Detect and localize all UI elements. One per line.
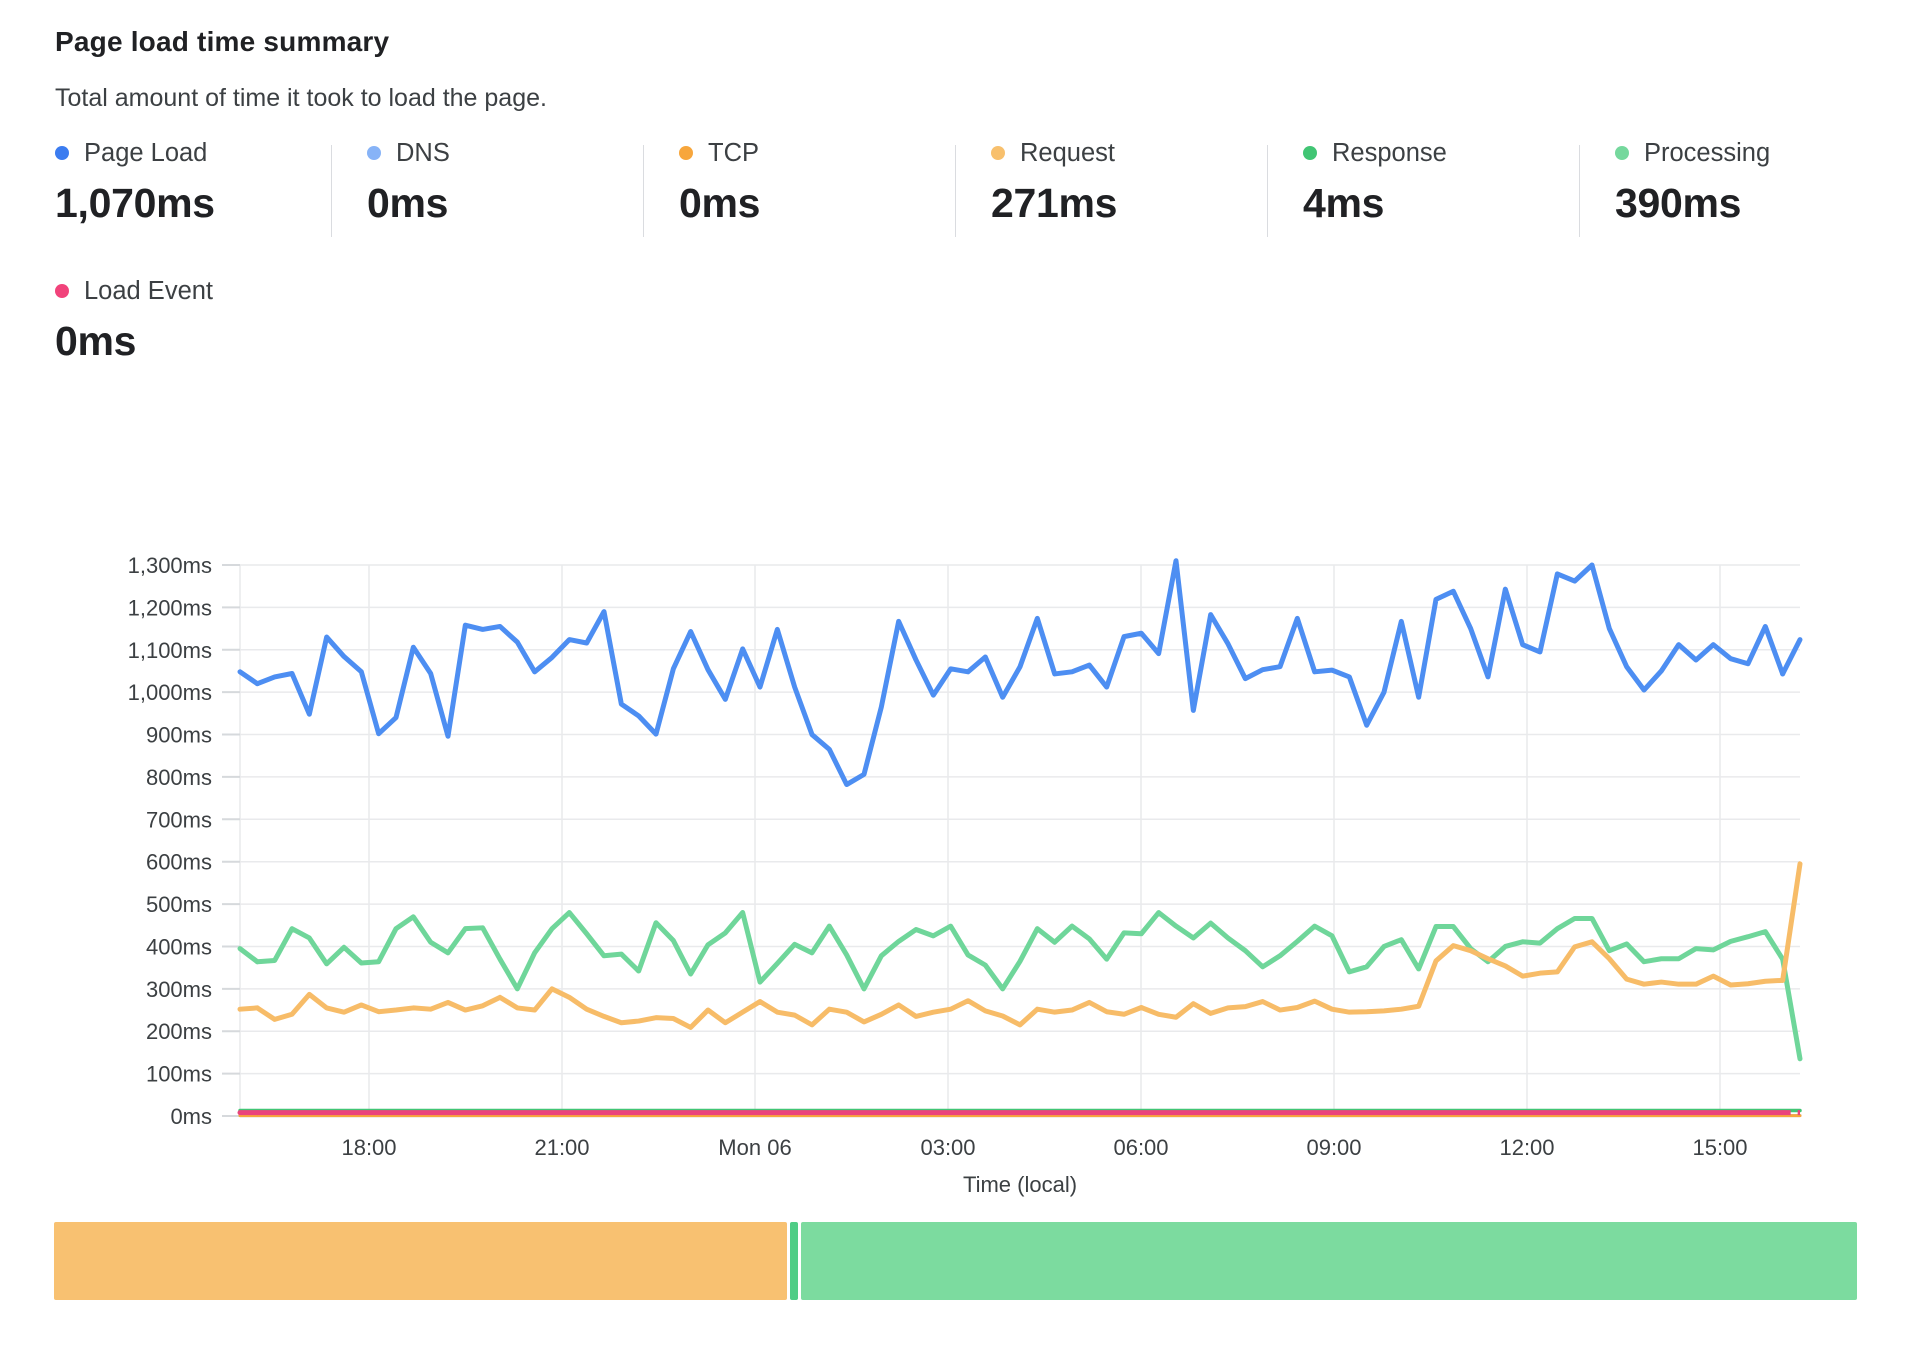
svg-text:1,200ms: 1,200ms [128, 595, 212, 620]
svg-text:500ms: 500ms [146, 892, 212, 917]
page-load-summary-panel: Page load time summary Total amount of t… [0, 0, 1910, 1352]
scrubber-segment-processing-span[interactable] [801, 1222, 1857, 1300]
svg-text:12:00: 12:00 [1499, 1135, 1554, 1160]
svg-text:800ms: 800ms [146, 765, 212, 790]
svg-text:0ms: 0ms [170, 1104, 212, 1129]
svg-text:1,000ms: 1,000ms [128, 680, 212, 705]
svg-text:03:00: 03:00 [920, 1135, 975, 1160]
svg-text:15:00: 15:00 [1692, 1135, 1747, 1160]
svg-text:200ms: 200ms [146, 1019, 212, 1044]
svg-text:21:00: 21:00 [534, 1135, 589, 1160]
svg-text:18:00: 18:00 [341, 1135, 396, 1160]
svg-text:100ms: 100ms [146, 1062, 212, 1087]
svg-text:1,300ms: 1,300ms [128, 553, 212, 578]
svg-text:900ms: 900ms [146, 723, 212, 748]
svg-text:Time (local): Time (local) [963, 1172, 1077, 1197]
scrubber-segment-processing-sliver[interactable] [790, 1222, 798, 1300]
svg-text:300ms: 300ms [146, 977, 212, 1002]
svg-text:06:00: 06:00 [1113, 1135, 1168, 1160]
timeline-scrubber-bar[interactable] [0, 1222, 1910, 1300]
svg-text:Mon 06: Mon 06 [718, 1135, 791, 1160]
svg-text:1,100ms: 1,100ms [128, 638, 212, 663]
svg-text:09:00: 09:00 [1306, 1135, 1361, 1160]
svg-text:400ms: 400ms [146, 934, 212, 959]
svg-text:700ms: 700ms [146, 807, 212, 832]
scrubber-segment-request-span[interactable] [54, 1222, 787, 1300]
page-load-time-chart[interactable]: 18:00 21:00 Mon 06 03:00 06:00 09:00 12:00 15:0… [0, 0, 1910, 1352]
svg-text:600ms: 600ms [146, 850, 212, 875]
